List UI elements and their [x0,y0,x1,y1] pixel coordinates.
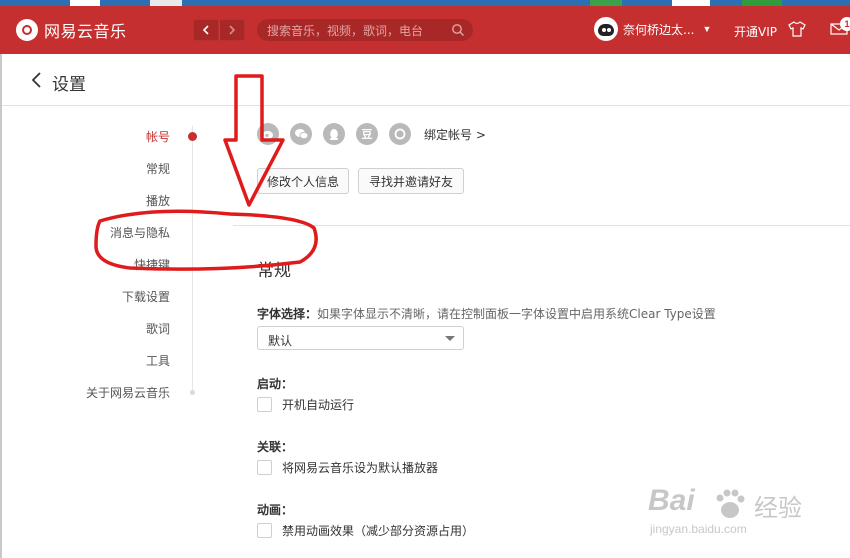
caret-down-icon [445,336,455,341]
skin-shirt-icon[interactable] [788,21,806,37]
app-logo[interactable]: 网易云音乐 [16,18,127,42]
window-edge [0,54,2,558]
sidebar-item-download[interactable]: 下载设置 [122,288,170,305]
watermark-url: jingyan.baidu.com [650,522,747,536]
forward-nav-button[interactable] [219,19,245,41]
mail-count-badge: 1 [840,17,850,31]
edit-profile-button[interactable]: 修改个人信息 [257,168,349,194]
page-title: 设置 [52,75,86,95]
netease-icon[interactable] [389,123,411,145]
assoc-label: 关联： [257,440,294,454]
sidebar-item-lyrics[interactable]: 歌词 [146,320,170,337]
weibo-icon[interactable] [257,123,279,145]
disable-animation-label: 禁用动画效果（减少部分资源占用） [282,524,475,538]
app-name: 网易云音乐 [44,22,127,41]
sidebar-item-account[interactable]: 帐号 [146,128,170,145]
startup-checkbox[interactable] [257,397,272,412]
disable-animation-checkbox[interactable] [257,523,272,538]
font-select[interactable]: 默认 [257,326,464,350]
chevron-right-icon [229,25,236,35]
font-setting-label: 字体选择：如果字体显示不清晰，请在控制面板一字体设置中启用系统Clear Typ… [257,305,716,322]
qq-icon[interactable] [323,123,345,145]
section-divider [233,225,850,226]
app-header: 网易云音乐 搜索音乐，视频，歌词，电台 奈何桥边太... ▼ 开通VIP 1 [0,6,850,54]
startup-option[interactable]: 开机自动运行 [257,396,354,413]
baidu-jingyan-watermark: Bai 经验 jingyan.baidu.com [648,484,838,544]
avatar[interactable] [594,17,618,41]
vip-link[interactable]: 开通VIP [734,23,777,40]
sidebar-track [192,126,193,392]
wechat-icon[interactable] [290,123,312,145]
active-indicator-dot [188,132,197,141]
font-label: 字体选择： [257,307,318,321]
font-select-value: 默认 [268,334,293,348]
sidebar-item-general[interactable]: 常规 [146,160,170,177]
sidebar-item-shortcuts[interactable]: 快捷键 [134,256,170,273]
default-player-option[interactable]: 将网易云音乐设为默认播放器 [257,459,438,476]
search-icon[interactable] [451,23,465,37]
chevron-left-icon [202,25,209,35]
general-section-title: 常规 [257,261,291,281]
page-header: 设置 [2,54,850,106]
startup-label: 启动： [257,377,294,391]
watermark-brand: Bai [648,484,695,517]
back-arrow-icon[interactable] [30,70,44,90]
sidebar-item-privacy[interactable]: 消息与隐私 [110,224,170,241]
default-player-label: 将网易云音乐设为默认播放器 [282,461,439,475]
sidebar-item-about[interactable]: 关于网易云音乐 [86,384,170,401]
douban-icon[interactable]: 豆 [356,123,378,145]
startup-option-label: 开机自动运行 [282,398,355,412]
watermark-brand-cn: 经验 [754,494,802,522]
default-player-checkbox[interactable] [257,460,272,475]
paw-icon [716,489,745,518]
search-placeholder: 搜索音乐，视频，歌词，电台 [267,24,424,38]
bind-account-link[interactable]: 绑定帐号 > [424,126,486,143]
caret-down-icon[interactable]: ▼ [702,24,711,34]
netease-logo-icon [16,19,38,41]
user-menu[interactable]: 奈何桥边太... ▼ [594,17,711,41]
animation-label: 动画： [257,503,294,517]
back-nav-button[interactable] [193,19,219,41]
font-hint: 如果字体显示不清晰，请在控制面板一字体设置中启用系统Clear Type设置 [317,307,716,321]
sidebar-item-tools[interactable]: 工具 [146,352,170,369]
search-input[interactable]: 搜索音乐，视频，歌词，电台 [257,19,473,41]
user-name[interactable]: 奈何桥边太... [623,21,694,38]
history-nav [193,19,245,41]
disable-animation-option[interactable]: 禁用动画效果（减少部分资源占用） [257,522,474,539]
track-end-dot [190,390,195,395]
social-bind-row: 豆 绑定帐号 > [257,123,486,145]
sidebar-item-playback[interactable]: 播放 [146,192,170,209]
find-friends-button[interactable]: 寻找并邀请好友 [358,168,464,194]
